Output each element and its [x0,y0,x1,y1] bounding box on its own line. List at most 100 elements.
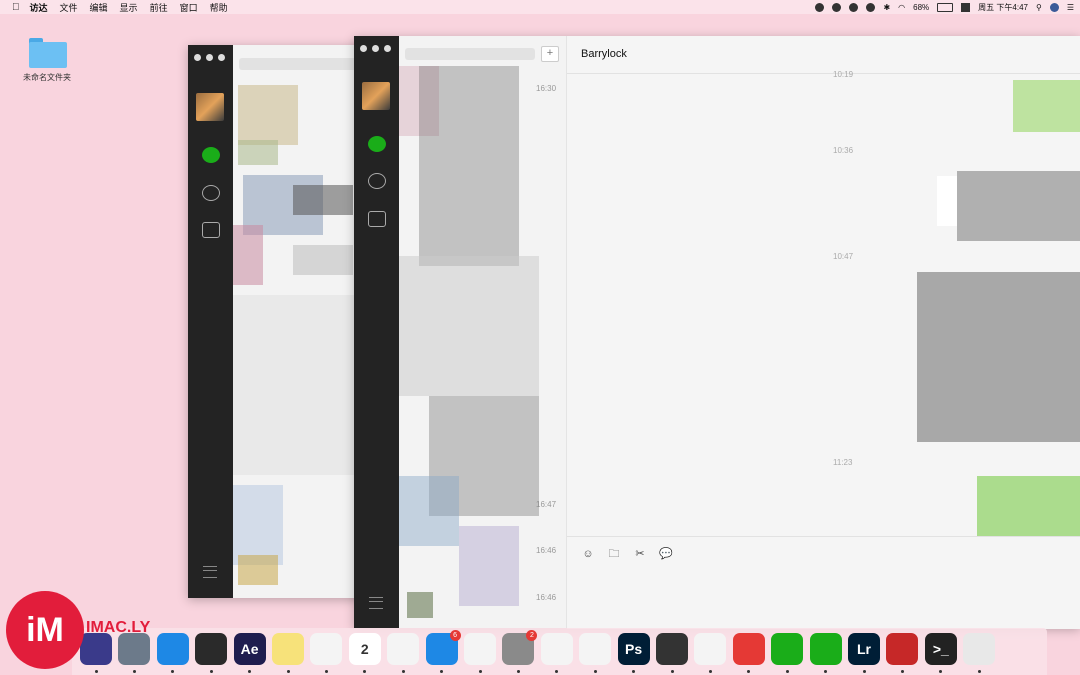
numbers-icon[interactable] [387,633,420,665]
menu-file[interactable]: 文件 [60,1,78,14]
wechat-status-icon-2[interactable] [832,2,842,12]
baidu-netdisk-icon[interactable] [540,633,573,665]
menu-icon[interactable] [369,597,383,609]
photos-icon[interactable] [310,633,343,665]
apple-icon[interactable]:  [12,2,20,13]
scribble-mask [917,272,1080,442]
avatar[interactable] [196,93,224,121]
contacts-icon[interactable] [202,185,220,201]
preview-icon[interactable] [579,633,612,665]
calendar-icon[interactable]: 2 [348,633,381,665]
close-button[interactable] [360,45,367,52]
list-icon[interactable]: ☰ [1067,3,1074,12]
avatar[interactable] [362,82,390,110]
timer-icon[interactable] [866,2,876,12]
menu-go[interactable]: 前往 [150,1,168,14]
running-indicator [555,670,559,673]
grid-icon[interactable] [961,2,971,12]
message-composer[interactable]: ☺ 🗀 ✂ 💬 [567,536,1080,629]
final-cut-pro-icon[interactable] [656,633,688,665]
running-indicator [248,670,252,673]
add-button[interactable]: + [541,46,559,62]
running-indicator [478,670,482,673]
terminal-icon[interactable]: >_ [924,633,957,665]
scribble-mask [238,555,278,585]
desktop-folder[interactable]: 未命名文件夹 [22,36,72,83]
siri-icon[interactable] [80,633,112,665]
scribble-mask [233,485,283,565]
zoom-button[interactable] [218,54,225,61]
launchpad-icon[interactable] [118,633,151,665]
user-icon[interactable] [1049,2,1059,12]
davinci-resolve-icon[interactable] [195,633,228,665]
divider [567,73,1080,74]
search-input[interactable] [239,58,359,70]
favorites-icon[interactable] [368,211,386,227]
chat-icon[interactable] [368,136,386,152]
system-preferences-icon[interactable]: 2 [502,630,538,665]
lightroom-icon[interactable]: Lr [848,633,880,665]
favorites-icon[interactable] [202,222,220,238]
scribble-mask [407,592,433,618]
running-indicator [593,670,597,673]
battery-icon[interactable] [937,2,954,12]
running-indicator [363,670,367,673]
itunes-icon[interactable] [464,633,496,665]
minimize-button[interactable] [206,54,213,61]
notes-icon[interactable] [272,633,304,665]
photoshop-label: Ps [625,641,643,657]
calendar-label: 2 [360,641,369,657]
bluetooth-icon[interactable]: ✱ [883,3,890,12]
scissors-icon[interactable]: ✂ [633,547,647,561]
scribble-mask [233,225,263,285]
wechat-2-icon[interactable] [809,633,842,665]
running-indicator [824,670,828,673]
solitaire-icon[interactable] [886,633,919,665]
message-bubble [937,176,957,226]
safari-icon[interactable] [156,633,189,665]
clock[interactable]: 周五 下午4:47 [978,2,1028,13]
folder-label: 未命名文件夹 [23,73,71,82]
running-indicator [209,670,213,673]
minimize-button[interactable] [372,45,379,52]
app-store-icon[interactable]: 6 [425,630,461,665]
scribble-mask [293,185,353,215]
scribble-mask [399,256,539,396]
close-button[interactable] [194,54,201,61]
search-icon[interactable]: ⚲ [1036,3,1042,12]
list-item-time: 16:47 [536,500,557,509]
imac-ly-logo: iM [6,591,84,669]
trash-icon[interactable] [963,633,996,665]
wifi-icon[interactable]: ◠ [898,3,905,12]
battery-percent[interactable]: 68% [913,3,929,12]
folder-icon [27,36,67,68]
wechat-status-icon[interactable] [815,2,825,12]
chat-icon[interactable] [202,147,220,163]
zoom-button[interactable] [384,45,391,52]
menu-icon[interactable] [203,566,217,578]
folder-icon[interactable]: 🗀 [607,547,621,561]
list-item-time: 16:30 [536,84,557,93]
after-effects-icon[interactable]: Ae [233,633,266,665]
menu-edit[interactable]: 编辑 [90,1,108,14]
scribble-mask [293,245,353,275]
contacts-icon[interactable] [368,173,386,189]
wechat-icon[interactable] [771,633,804,665]
menu-view[interactable]: 显示 [120,1,138,14]
running-indicator [900,670,904,673]
message-timestamp: 10:36 [833,146,854,155]
menu-help[interactable]: 帮助 [210,1,228,14]
menu-window[interactable]: 窗口 [180,1,198,14]
search-input[interactable] [405,48,535,60]
message-timestamp: 11:23 [833,458,853,467]
menu-bar:  访达 文件 编辑 显示 前往 窗口 帮助 ✱ ◠ 68% 周五 下午4:47… [0,0,1080,14]
emoji-icon[interactable]: ☺ [581,547,595,561]
cloud-icon[interactable] [849,2,859,12]
notification-badge: 2 [526,630,538,641]
keynote-icon[interactable] [694,633,727,665]
netease-music-icon[interactable] [732,633,765,665]
photoshop-icon[interactable]: Ps [617,633,650,665]
running-indicator [939,670,943,673]
chat-bubble-icon[interactable]: 💬 [659,547,673,561]
menu-finder[interactable]: 访达 [30,1,48,14]
